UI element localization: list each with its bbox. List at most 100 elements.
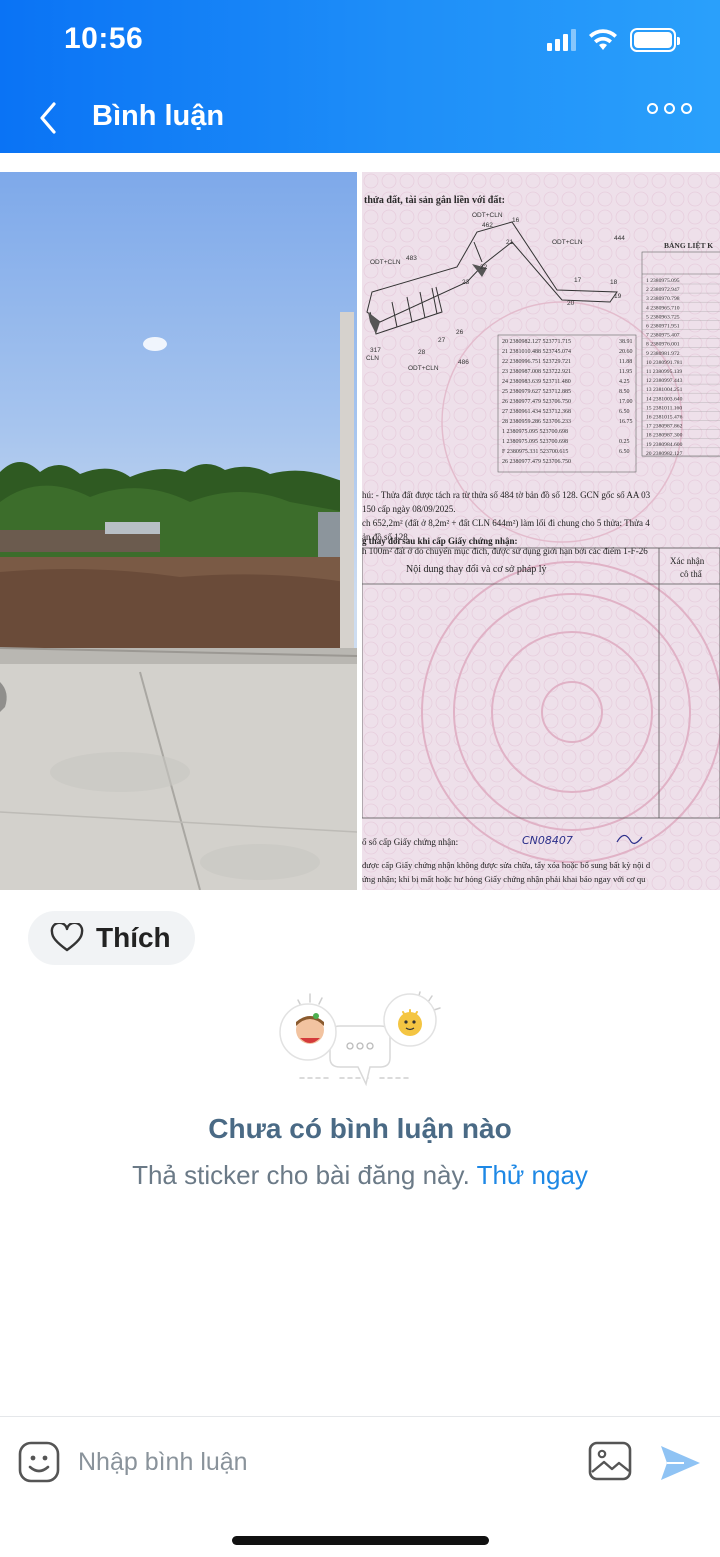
like-button[interactable]: Thích [28,911,195,965]
coords-row: 18 2380987.300 [646,433,683,439]
image-icon[interactable] [588,1441,632,1481]
svg-text:486: 486 [458,359,469,366]
comment-composer [0,1416,720,1516]
certificate-page: thửa đất, tài sản gắn liền với đất: ODT+… [362,172,720,890]
svg-text:26 2380977.479 523706.750: 26 2380977.479 523706.750 [502,459,571,465]
try-sticker-link[interactable]: Thử ngay [477,1160,588,1190]
table-header-right-2: cô thẩ [680,569,702,579]
svg-text:24 2380983.639 523711.480: 24 2380983.639 523711.480 [502,379,571,385]
coords-row: 8 2380976.001 [646,342,680,348]
table-header-right: Xác nhận [670,556,705,566]
svg-text:6.50: 6.50 [619,449,630,455]
svg-text:19: 19 [614,293,622,300]
land-photo-scene [0,312,357,890]
svg-text:17: 17 [574,277,582,284]
svg-text:22 2380996.751 523729.721: 22 2380996.751 523729.721 [502,359,571,365]
battery-icon [630,28,680,52]
svg-text:ODT+CLN: ODT+CLN [472,212,503,219]
page-title: Bình luận [92,100,225,132]
svg-text:38.91: 38.91 [619,339,633,345]
svg-text:20: 20 [567,300,575,307]
send-icon[interactable] [658,1443,702,1483]
empty-comments-illustration [279,991,441,1087]
land-certificate-photo[interactable]: thửa đất, tài sản gắn liền với đất: ODT+… [362,172,720,890]
coords-row: 10 2380991.781 [646,360,683,366]
svg-text:23 2380987.008 523722.921: 23 2380987.008 523722.921 [502,369,571,375]
coords-row: 14 2381003.640 [646,396,683,402]
home-indicator [232,1536,489,1545]
registry-line: ố số cấp Giấy chứng nhận: [362,837,458,847]
svg-text:ODT+CLN: ODT+CLN [408,365,439,372]
coords-row: 2 2380972.947 [646,287,680,293]
cellular-signal-icon [547,29,576,51]
svg-text:ODT+CLN: ODT+CLN [552,239,583,246]
land-photo[interactable] [0,172,357,890]
svg-text:16.75: 16.75 [619,419,633,425]
svg-text:28 2380959.286 523706.233: 28 2380959.286 523706.233 [502,419,571,425]
coords-row: 7 2380975.407 [646,333,680,339]
cert-line-5: h 100m² đất ở do chuyển mục đích, được s… [362,546,648,556]
svg-text:11.88: 11.88 [619,359,632,365]
heart-icon [50,923,84,952]
coords-row: 11 2380995.139 [646,369,682,375]
svg-text:1 2380975.095 523700.698: 1 2380975.095 523700.698 [502,439,568,445]
svg-text:27 2380961.434 523712.368: 27 2380961.434 523712.368 [502,409,571,415]
coords-row: 4 2380965.710 [646,305,680,311]
registry-number: CN08407 [522,834,573,847]
svg-text:8.50: 8.50 [619,389,630,395]
coords-title: BẢNG LIỆT K [664,240,713,250]
comment-input[interactable] [78,1439,558,1485]
coords-row: 15 2381011.160 [646,405,682,411]
coords-row: 5 2380963.725 [646,314,680,320]
cert-line-2: 150 cấp ngày 08/09/2025. [362,504,456,514]
cert-footer-2: ứng nhận; khi bị mất hoặc hư hỏng Giấy c… [362,874,646,884]
back-arrow-icon[interactable] [32,98,62,138]
svg-text:23: 23 [462,279,470,286]
cert-footer-1: được cấp Giấy chứng nhận không được sửa … [362,860,651,870]
svg-text:ODT+CLN: ODT+CLN [370,259,401,266]
svg-text:4.25: 4.25 [619,379,630,385]
like-label: Thích [96,922,171,953]
coords-row: 20 2380982.127 [646,451,683,457]
svg-text:444: 444 [614,235,625,242]
wifi-icon [589,29,617,50]
coords-row: 16 2381015.476 [646,415,683,421]
svg-text:CLN: CLN [366,355,379,362]
cert-line-1: hú: - Thửa đất được tách ra từ thửa số 4… [362,490,651,500]
svg-text:317: 317 [370,347,381,354]
coords-row: 1 2380975.095 [646,278,680,284]
svg-text:0.25: 0.25 [619,439,630,445]
coords-row: 9 2380981.972 [646,351,680,357]
post-photos: thửa đất, tài sản gắn liền với đất: ODT+… [0,172,720,890]
table-header-left: Nội dung thay đổi và cơ sở pháp lý [406,564,547,575]
svg-text:21 2381010.488 523745.074: 21 2381010.488 523745.074 [502,349,571,355]
empty-comments-subtitle: Thả sticker cho bài đăng này. Thử ngay [0,1160,720,1191]
svg-text:22: 22 [480,264,488,271]
status-icons [547,28,680,52]
svg-text:11.95: 11.95 [619,369,632,375]
svg-text:28: 28 [418,349,426,356]
sticker-icon[interactable] [18,1441,60,1483]
svg-text:20 2380982.127 523771.715: 20 2380982.127 523771.715 [502,339,571,345]
coords-row: 19 2380984.600 [646,442,683,448]
empty-comments-title: Chưa có bình luận nào [208,1113,512,1144]
coords-row: 17 2380987.862 [646,424,683,430]
cert-line-3: ch 652,2m² (đất ở 8,2m² + đất CLN 644m²)… [362,518,650,528]
svg-text:21: 21 [506,239,514,246]
svg-text:483: 483 [406,255,417,262]
coords-row: 3 2380970.798 [646,296,680,302]
svg-text:16: 16 [512,217,520,224]
svg-text:26: 26 [456,329,464,336]
svg-text:1 2380975.095 523700.698: 1 2380975.095 523700.698 [502,429,568,435]
app-header: 10:56 Bình luận [0,0,720,153]
cert-heading: thửa đất, tài sản gắn liền với đất: [364,195,505,206]
svg-text:26 2380977.479 523706.750: 26 2380977.479 523706.750 [502,399,571,405]
coords-row: 12 2380997.443 [646,378,683,384]
coords-row: 6 2380971.951 [646,324,680,330]
more-options-icon[interactable] [647,103,692,114]
svg-text:F 2380975.331 523700.615: F 2380975.331 523700.615 [502,449,568,455]
svg-text:18: 18 [610,279,618,286]
svg-text:25 2380979.627 523712.885: 25 2380979.627 523712.885 [502,389,571,395]
svg-text:17.00: 17.00 [619,399,633,405]
svg-text:27: 27 [438,337,446,344]
